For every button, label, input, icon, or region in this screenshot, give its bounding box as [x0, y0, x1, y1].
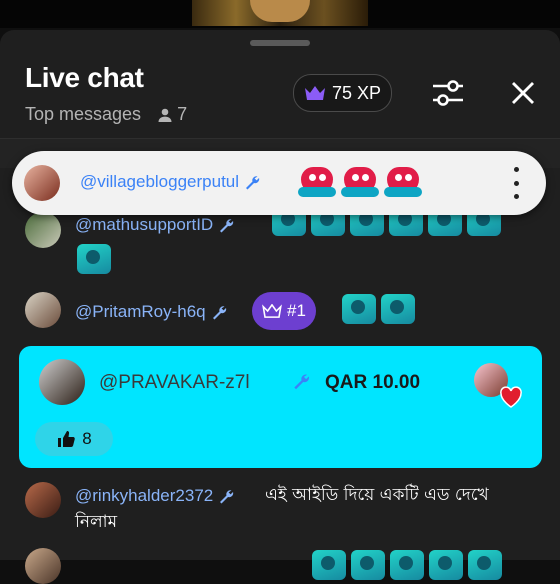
- chat-message[interactable]: @rinkyhalder2372 এই আইডি দিয়ে একটি এড দ…: [0, 476, 560, 536]
- pinned-emoji-group: [298, 165, 427, 199]
- avatar[interactable]: [25, 292, 61, 328]
- partially-visible-message: [0, 542, 560, 584]
- emoji-group-wrap: [77, 244, 116, 274]
- super-chat-card[interactable]: @PRAVAKAR-z7l QAR 10.00 8: [19, 346, 542, 468]
- chat-title: Live chat: [25, 62, 144, 93]
- crown-icon: [304, 86, 325, 100]
- moderator-wrench-icon: [246, 175, 260, 190]
- chat-message[interactable]: @PritamRoy-h6q #1: [0, 290, 560, 346]
- like-button[interactable]: 8: [35, 422, 113, 456]
- dancing-emoji: [312, 550, 346, 580]
- moderator-wrench-icon: [220, 218, 234, 233]
- drag-handle[interactable]: [250, 40, 310, 46]
- crown-icon: [262, 304, 282, 318]
- pinned-avatar[interactable]: [24, 165, 60, 201]
- person-icon: [158, 108, 172, 122]
- filter-settings-icon[interactable]: [430, 75, 466, 111]
- viewer-count-value: 7: [177, 104, 188, 124]
- username-text[interactable]: @mathusupportID: [75, 215, 213, 234]
- dancing-emoji: [351, 550, 385, 580]
- heart-face-emoji: [384, 165, 422, 199]
- heart-face-emoji: [341, 165, 379, 199]
- super-chat-avatar[interactable]: [39, 359, 85, 405]
- emoji-group: [342, 294, 420, 324]
- message-username[interactable]: @mathusupportID: [75, 215, 235, 235]
- like-count: 8: [82, 429, 92, 448]
- more-options-icon[interactable]: [508, 167, 524, 199]
- avatar[interactable]: [25, 482, 61, 518]
- thumbs-up-icon: [58, 431, 76, 447]
- avatar[interactable]: [25, 212, 61, 248]
- message-text: এই আইডি দিয়ে একটি এড দেখে নিলাম: [75, 485, 489, 532]
- video-player-strip: [0, 0, 560, 28]
- dancing-emoji: [342, 294, 376, 324]
- xp-button[interactable]: 75 XP: [293, 74, 392, 112]
- dancing-emoji: [429, 550, 463, 580]
- heart-icon: [500, 386, 522, 408]
- dancing-emoji: [77, 244, 111, 274]
- video-frame: [192, 0, 368, 26]
- close-icon[interactable]: [505, 75, 541, 111]
- pinned-message-banner[interactable]: @villagebloggerputul: [12, 151, 546, 215]
- dancing-emoji: [390, 550, 424, 580]
- pinned-username-text[interactable]: @villagebloggerputul: [80, 172, 239, 191]
- dancing-emoji: [381, 294, 415, 324]
- rank-text: #1: [287, 301, 306, 320]
- dancing-emoji: [468, 550, 502, 580]
- viewer-count: 7: [157, 104, 187, 125]
- emoji-group: [312, 550, 507, 580]
- chat-mode-selector[interactable]: Top messages 7: [25, 104, 187, 125]
- pinned-username[interactable]: @villagebloggerputul: [80, 172, 261, 192]
- chat-mode-label: Top messages: [25, 104, 142, 124]
- heart-face-emoji: [298, 165, 336, 199]
- super-chat-username[interactable]: @PRAVAKAR-z7l: [99, 372, 250, 394]
- video-person: [250, 0, 310, 22]
- username-text[interactable]: @PritamRoy-h6q: [75, 302, 206, 321]
- rank-badge: #1: [252, 292, 316, 330]
- moderator-wrench-icon: [294, 374, 309, 390]
- message-username[interactable]: @PritamRoy-h6q: [75, 302, 228, 322]
- xp-label: 75 XP: [331, 82, 382, 103]
- moderator-wrench-icon: [212, 305, 226, 320]
- avatar: [25, 548, 61, 584]
- super-chat-amount: QAR 10.00: [325, 372, 421, 393]
